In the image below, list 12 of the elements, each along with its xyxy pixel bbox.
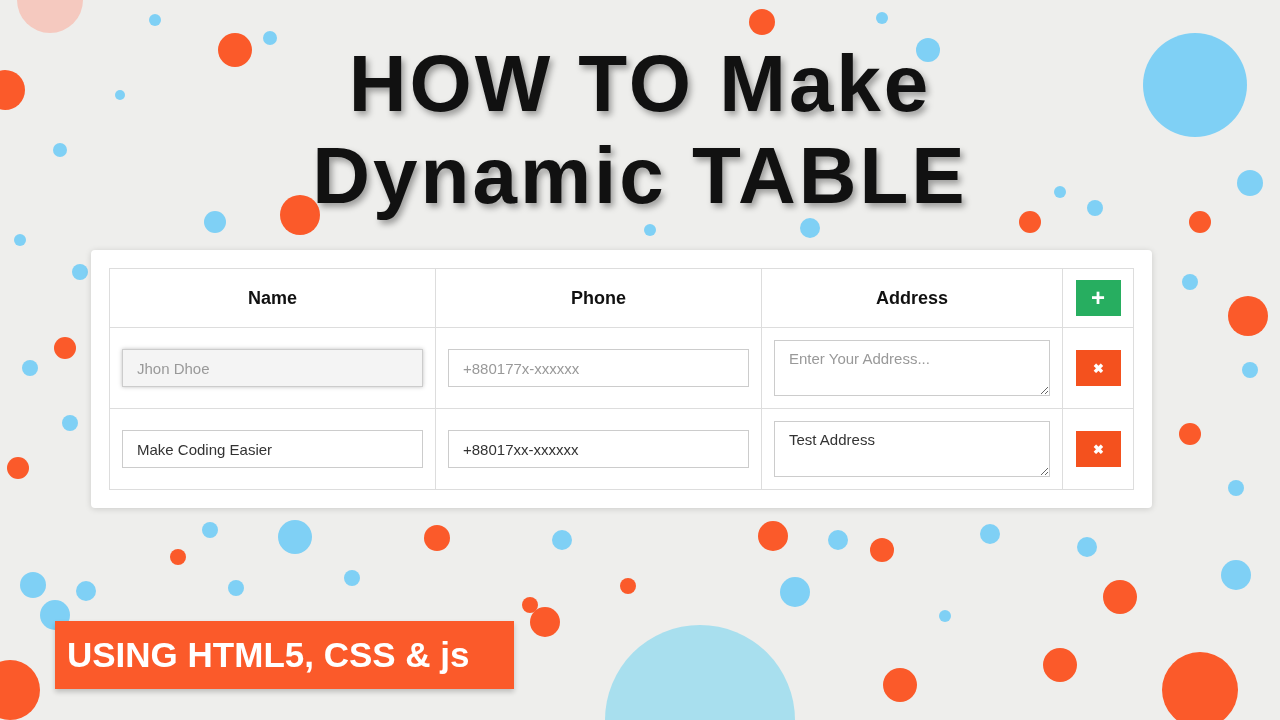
address-field[interactable]: Test Address xyxy=(774,421,1050,477)
phone-field[interactable]: +880177x-xxxxxx xyxy=(448,349,749,387)
name-field[interactable]: Make Coding Easier xyxy=(122,430,423,468)
headline: Dynamic TABLE xyxy=(312,130,968,222)
column-header: Name xyxy=(109,268,436,328)
name-field[interactable]: Jhon Dhoe xyxy=(122,349,423,387)
column-header: Address xyxy=(761,268,1063,328)
address-field[interactable]: Enter Your Address... xyxy=(774,340,1050,396)
headline: HOW TO Make xyxy=(348,38,932,130)
column-header: Phone xyxy=(435,268,762,328)
phone-field[interactable]: +88017xx-xxxxxx xyxy=(448,430,749,468)
banner: USING HTML5, CSS & js xyxy=(55,621,514,689)
